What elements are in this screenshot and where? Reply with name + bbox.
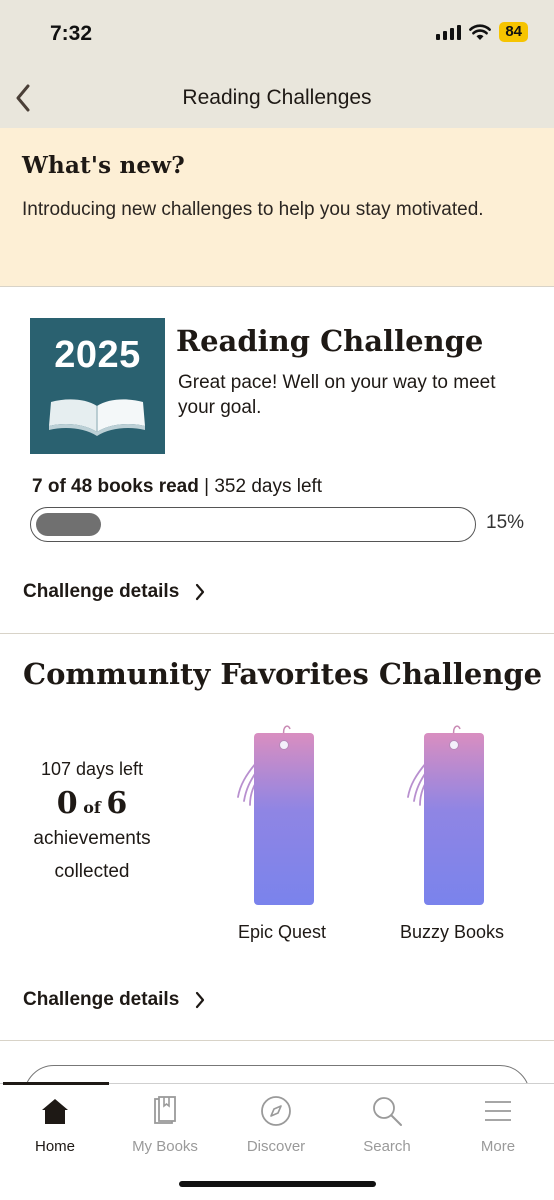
page-title: Reading Challenges (182, 86, 372, 109)
achievements-summary: 107 days left 0 of 6 achievements collec… (12, 759, 172, 887)
whats-new-title: What's new? (22, 152, 185, 179)
status-time: 7:32 (50, 22, 93, 45)
tab-search[interactable]: Search (332, 1094, 442, 1155)
community-challenge-details-link[interactable]: Challenge details (23, 989, 205, 1011)
compass-icon (261, 1096, 291, 1126)
reading-challenge-details-link[interactable]: Challenge details (23, 581, 205, 603)
progress-bar (30, 507, 476, 542)
community-favorites-card[interactable]: Community Favorites Challenge 107 days l… (0, 635, 554, 1041)
bookmark-icon (237, 725, 314, 905)
books-read-count: 7 of 48 books read (32, 476, 199, 497)
bookmark-icon (407, 725, 484, 905)
challenge-year: 2025 (54, 334, 141, 376)
reading-challenge-title: Reading Challenge (176, 324, 484, 358)
tab-discover[interactable]: Discover (221, 1094, 331, 1155)
tab-label-search: Search (363, 1138, 411, 1155)
search-icon (373, 1097, 402, 1126)
progress-percent: 15% (486, 512, 525, 533)
challenge-details-label: Challenge details (23, 989, 180, 1010)
tab-label-more: More (480, 1138, 516, 1155)
achievements-caption-line1: achievements (33, 828, 151, 849)
bookmark-label-buzzy-books: Buzzy Books (399, 922, 505, 942)
tab-label-home: Home (34, 1138, 75, 1155)
tab-label-discover: Discover (246, 1138, 306, 1155)
challenge-details-label: Challenge details (23, 581, 180, 602)
progress-bar-fill (36, 513, 101, 536)
total-count: 6 (106, 786, 128, 821)
whats-new-banner: What's new? Introducing new challenges t… (0, 128, 554, 287)
tab-my-books[interactable]: My Books (110, 1094, 220, 1155)
menu-icon (485, 1101, 511, 1121)
battery-indicator: 84 (499, 22, 528, 42)
chevron-right-icon (196, 991, 205, 1009)
home-indicator (179, 1181, 376, 1187)
challenge-year-badge: 2025 (30, 318, 165, 454)
books-icon (154, 1096, 176, 1124)
status-icons: 84 (436, 22, 528, 42)
community-challenge-title: Community Favorites Challenge (23, 657, 543, 691)
reading-challenge-subtitle: Great pace! Well on your way to meet you… (178, 372, 496, 418)
cellular-signal-icon (436, 24, 462, 40)
community-days-left: 107 days left (40, 759, 144, 779)
top-bar: 7:32 84 Reading Challenges (0, 0, 554, 128)
bookmark-label-epic-quest: Epic Quest (237, 922, 327, 942)
chevron-right-icon (196, 583, 205, 601)
tab-home[interactable]: Home (0, 1094, 110, 1155)
wifi-icon (469, 23, 492, 40)
reading-challenge-card[interactable]: 2025 Reading Challenge Great pace! Well … (0, 288, 554, 634)
achievements-caption-line2: collected (54, 861, 130, 882)
open-book-icon (49, 399, 145, 436)
progress-summary: 7 of 48 books read | 352 days left (32, 476, 322, 498)
bookmark-epic-quest[interactable] (232, 723, 342, 923)
home-icon (42, 1099, 68, 1124)
active-tab-indicator (3, 1082, 109, 1085)
whats-new-body: Introducing new challenges to help you s… (22, 199, 484, 220)
achievements-count: 0 of 6 (12, 786, 172, 821)
tab-label-my-books: My Books (132, 1138, 198, 1155)
of-word: of (83, 798, 101, 817)
days-left: 352 days left (214, 476, 323, 497)
achieved-count: 0 (56, 786, 78, 821)
tab-more[interactable]: More (443, 1094, 553, 1155)
progress-separator: | (198, 476, 215, 497)
bookmark-buzzy-books[interactable] (402, 723, 512, 923)
